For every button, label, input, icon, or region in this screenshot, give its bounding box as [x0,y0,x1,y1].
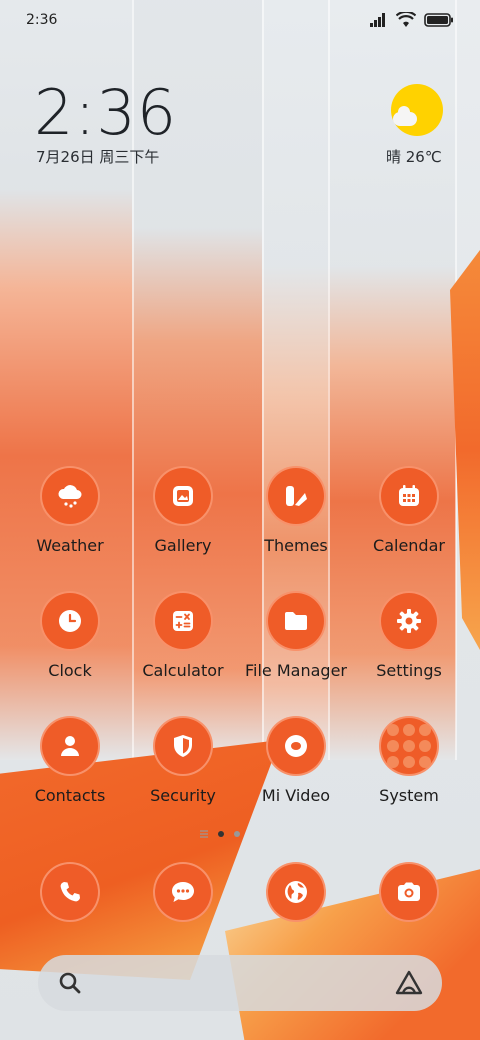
phone-icon [60,882,80,902]
app-calendar[interactable]: Calendar [354,466,464,555]
app-file-manager[interactable]: File Manager [241,591,351,680]
app-mi-video[interactable]: Mi Video [241,716,351,805]
app-calculator[interactable]: Calculator [128,591,238,680]
image-icon [153,466,213,526]
app-contacts[interactable]: Contacts [15,716,125,805]
search-bar[interactable] [38,955,442,1011]
status-time: 2:36 [26,12,58,28]
dock-browser[interactable] [266,862,326,922]
list-icon [200,830,208,838]
browser-icon [285,881,307,903]
folder-grid-icon [379,716,439,776]
clock-icon [40,591,100,651]
video-icon [266,716,326,776]
status-icons [370,12,454,28]
camera-icon [398,882,420,901]
app-label: Weather [36,536,104,555]
signal-icon [370,13,385,27]
battery-icon [424,13,453,27]
themes-icon [266,466,326,526]
status-bar: 2:36 [0,0,480,40]
app-label: Settings [376,661,442,680]
app-label: Gallery [154,536,212,555]
app-label: Security [150,786,216,805]
app-system-folder[interactable]: System [354,716,464,805]
folder-preview [387,724,431,768]
page-dot-active [218,831,224,837]
app-label: Calendar [373,536,445,555]
widget-date: 7月26日 周三下午 [36,148,160,166]
app-label: Clock [48,661,92,680]
wifi-icon [396,12,416,27]
app-themes[interactable]: Themes [241,466,351,555]
assistant-icon[interactable] [394,969,424,997]
app-label: Contacts [34,786,106,805]
app-clock[interactable]: Clock [15,591,125,680]
wallpaper-shape [225,868,480,1040]
app-gallery[interactable]: Gallery [128,466,238,555]
calendar-icon [379,466,439,526]
page-indicator[interactable] [200,830,240,838]
folder-icon [266,591,326,651]
widget-clock-time[interactable]: 2:36 [34,76,177,149]
app-label: Calculator [142,661,224,680]
app-label: File Manager [245,661,347,680]
app-label: Mi Video [261,786,331,805]
person-icon [40,716,100,776]
app-label: Themes [264,536,328,555]
cloud-snow-icon [40,466,100,526]
home-screen: 2:36 2:36 7月26日 周三下午 晴 26℃ Weather Galle… [0,0,480,1040]
widget-weather-text: 晴 26℃ [386,148,442,166]
dock-camera[interactable] [379,862,439,922]
app-label: System [379,786,439,805]
search-icon[interactable] [58,971,82,995]
message-icon [172,882,194,902]
calculator-icon [153,591,213,651]
dock-messages[interactable] [153,862,213,922]
page-dot [234,831,240,837]
app-settings[interactable]: Settings [354,591,464,680]
shield-icon [153,716,213,776]
cloud-icon [393,106,417,126]
gear-icon [379,591,439,651]
dock-phone[interactable] [40,862,100,922]
app-weather[interactable]: Weather [15,466,125,555]
app-security[interactable]: Security [128,716,238,805]
